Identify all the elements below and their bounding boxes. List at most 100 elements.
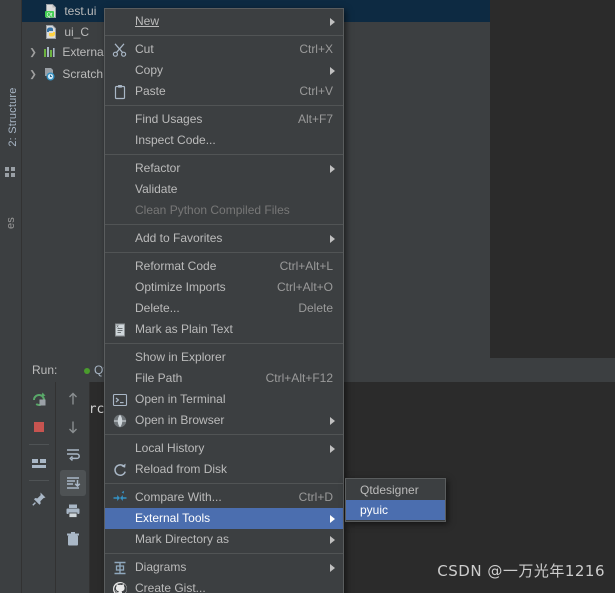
stop-icon[interactable] xyxy=(26,414,52,440)
soft-wrap-icon[interactable] xyxy=(60,442,86,468)
trash-icon[interactable] xyxy=(60,526,86,552)
menu-item-show-in-explorer[interactable]: Show in Explorer xyxy=(105,347,343,368)
menu-separator xyxy=(105,553,343,554)
menu-item-label: Show in Explorer xyxy=(135,350,226,364)
menu-item-label: Refactor xyxy=(135,161,181,175)
menu-item-label: File Path xyxy=(135,371,183,385)
menu-item-diagrams[interactable]: Diagrams xyxy=(105,557,343,578)
menu-item-inspect-code[interactable]: Inspect Code... xyxy=(105,130,343,151)
menu-item-mark-directory-as[interactable]: Mark Directory as xyxy=(105,529,343,550)
menu-item-label: Mark Directory as xyxy=(135,532,230,546)
menu-item-shortcut: Ctrl+Alt+F12 xyxy=(265,371,333,385)
tree-item-ui-c[interactable]: ui_C xyxy=(44,22,89,42)
menu-item-label: Mark as Plain Text xyxy=(135,322,233,336)
menu-item-label: New xyxy=(135,14,160,28)
menu-item-reload-from-disk[interactable]: Reload from Disk xyxy=(105,459,343,480)
tree-expand-arrow-external[interactable]: ❯ xyxy=(28,42,38,62)
menu-item-optimize-imports[interactable]: Optimize Imports Ctrl+Alt+O xyxy=(105,277,343,298)
menu-item-shortcut: Ctrl+X xyxy=(299,42,333,56)
menu-separator xyxy=(105,483,343,484)
menu-item-label: Delete... xyxy=(135,301,180,315)
menu-item-shortcut: Ctrl+Alt+L xyxy=(279,259,333,273)
compare-icon xyxy=(112,490,128,506)
favorites-tool-button[interactable]: es xyxy=(5,175,23,271)
tree-item-external-libraries[interactable]: Externa xyxy=(42,42,104,62)
submenu-item-label: pyuic xyxy=(360,503,389,517)
menu-item-cut[interactable]: Cut Ctrl+X xyxy=(105,39,343,60)
menu-item-label: External Tools xyxy=(135,511,211,525)
left-tool-strip: 2: Structure es xyxy=(0,0,22,593)
menu-item-shortcut: Ctrl+Alt+O xyxy=(276,280,333,294)
watermark-text: CSDN @一万光年1216 xyxy=(437,562,605,580)
chevron-right-icon xyxy=(330,164,335,173)
diagram-icon xyxy=(112,560,128,576)
submenu-item-qtdesigner[interactable]: Qtdesigner xyxy=(346,480,445,500)
menu-separator xyxy=(105,154,343,155)
menu-item-add-to-favorites[interactable]: Add to Favorites xyxy=(105,228,343,249)
menu-item-reformat-code[interactable]: Reformat Code Ctrl+Alt+L xyxy=(105,256,343,277)
scratches-icon xyxy=(42,67,56,81)
menu-item-label: Clean Python Compiled Files xyxy=(135,203,290,217)
menu-item-local-history[interactable]: Local History xyxy=(105,438,343,459)
menu-item-find-usages[interactable]: Find Usages Alt+F7 xyxy=(105,109,343,130)
run-label: Run: xyxy=(32,363,58,377)
menu-item-mark-as-plain-text[interactable]: x Mark as Plain Text xyxy=(105,319,343,340)
menu-item-open-in-browser[interactable]: Open in Browser xyxy=(105,410,343,431)
submenu-item-pyuic[interactable]: pyuic xyxy=(346,500,445,520)
tree-item-label: Scratch xyxy=(62,67,104,81)
down-arrow-icon[interactable] xyxy=(60,414,86,440)
restore-layout-icon[interactable] xyxy=(26,450,52,476)
run-toolbar-right xyxy=(56,382,90,593)
menu-item-compare-with[interactable]: Compare With... Ctrl+D xyxy=(105,487,343,508)
menu-item-label: Open in Browser xyxy=(135,413,225,427)
scroll-to-end-icon[interactable] xyxy=(60,470,86,496)
tree-item-label: test.ui xyxy=(64,4,97,18)
menu-item-label: Optimize Imports xyxy=(135,280,226,294)
tree-item-scratches[interactable]: Scratch xyxy=(42,64,103,84)
rerun-icon[interactable] xyxy=(26,386,52,412)
chevron-right-icon xyxy=(330,535,335,544)
menu-separator xyxy=(105,343,343,344)
plain-text-icon: x xyxy=(112,322,128,338)
chevron-right-icon xyxy=(330,563,335,572)
menu-item-new[interactable]: New xyxy=(105,11,343,32)
menu-item-label: Create Gist... xyxy=(135,581,206,593)
menu-item-label: Cut xyxy=(135,42,154,56)
print-icon[interactable] xyxy=(60,498,86,524)
scissors-icon xyxy=(112,42,128,58)
menu-item-label: Reformat Code xyxy=(135,259,217,273)
menu-item-validate[interactable]: Validate xyxy=(105,179,343,200)
tree-expand-arrow-scratches[interactable]: ❯ xyxy=(28,64,38,84)
menu-item-delete[interactable]: Delete... Delete xyxy=(105,298,343,319)
menu-item-shortcut: Alt+F7 xyxy=(297,112,333,126)
menu-separator xyxy=(105,224,343,225)
svg-text:Qt: Qt xyxy=(47,12,53,18)
github-icon xyxy=(112,581,128,593)
menu-item-shortcut: Ctrl+V xyxy=(299,84,333,98)
menu-separator xyxy=(105,35,343,36)
structure-tool-button[interactable]: 2: Structure xyxy=(7,69,25,165)
menu-item-label: Local History xyxy=(135,441,205,455)
menu-item-label: Open in Terminal xyxy=(135,392,226,406)
menu-item-label: Reload from Disk xyxy=(135,462,228,476)
menu-item-refactor[interactable]: Refactor xyxy=(105,158,343,179)
menu-item-external-tools[interactable]: External Tools xyxy=(105,508,343,529)
menu-item-shortcut: Ctrl+D xyxy=(298,490,333,504)
menu-item-copy[interactable]: Copy xyxy=(105,60,343,81)
tree-item-test-ui[interactable]: Qt test.ui xyxy=(44,1,96,21)
menu-separator xyxy=(105,252,343,253)
menu-item-label: Paste xyxy=(135,84,166,98)
menu-item-create-gist[interactable]: Create Gist... xyxy=(105,578,343,593)
up-arrow-icon[interactable] xyxy=(60,386,86,412)
submenu-item-label: Qtdesigner xyxy=(360,483,419,497)
menu-item-open-in-terminal[interactable]: Open in Terminal xyxy=(105,389,343,410)
menu-item-paste[interactable]: Paste Ctrl+V xyxy=(105,81,343,102)
menu-item-file-path[interactable]: File Path Ctrl+Alt+F12 xyxy=(105,368,343,389)
menu-item-clean-python-compiled-files: Clean Python Compiled Files xyxy=(105,200,343,221)
external-libraries-icon xyxy=(42,45,56,59)
chevron-right-icon xyxy=(330,234,335,243)
menu-item-label: Diagrams xyxy=(135,560,187,574)
pin-icon[interactable] xyxy=(26,486,52,512)
context-menu: New Cut Ctrl+X Copy Paste Ctrl+V Find Us… xyxy=(104,8,344,593)
external-tools-submenu: Qtdesigner pyuic xyxy=(345,478,446,522)
